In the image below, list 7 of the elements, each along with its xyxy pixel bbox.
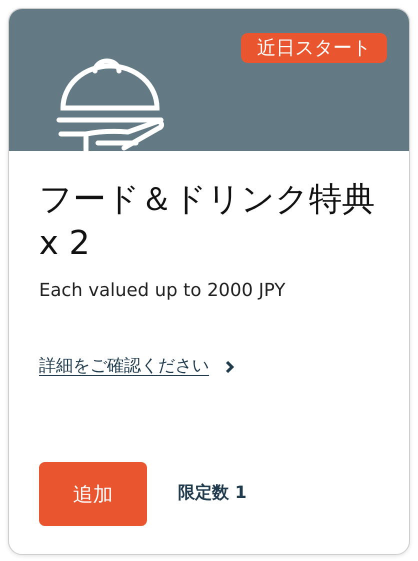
offer-title: フード＆ドリンク特典 x 2 <box>39 178 376 264</box>
details-link[interactable]: 詳細をご確認ください <box>39 354 209 380</box>
offer-subtitle: Each valued up to 2000 JPY <box>39 279 286 303</box>
limit-label: 限定数 1 <box>178 482 247 506</box>
chevron-right-icon <box>225 360 235 374</box>
add-button[interactable]: 追加 <box>39 462 147 526</box>
status-badge: 近日スタート <box>241 33 387 63</box>
